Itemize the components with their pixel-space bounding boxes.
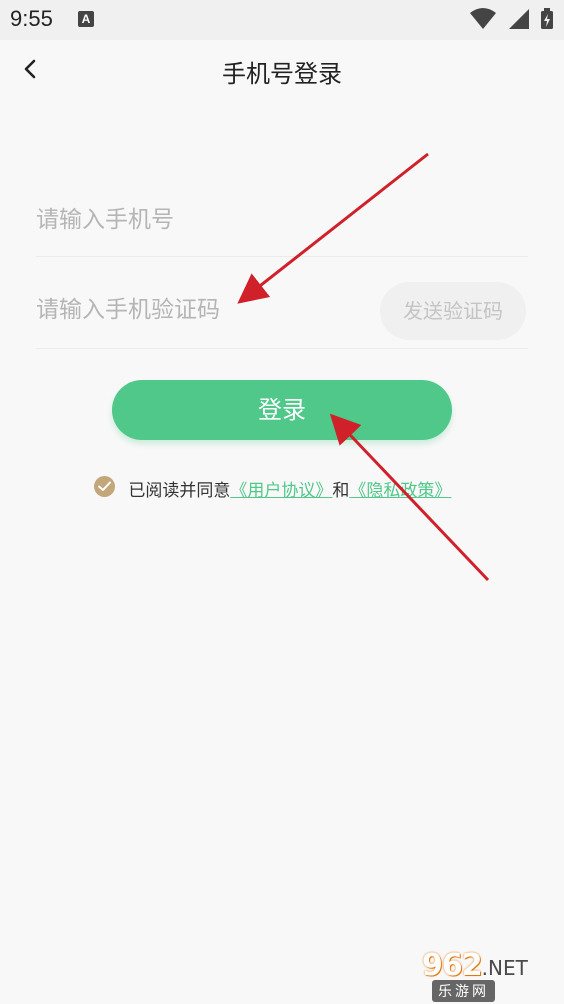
annotation-arrows [237,152,490,582]
status-time: 9:55 [10,6,53,31]
status-icons [464,8,554,30]
page-title: 手机号登录 [222,60,342,88]
code-field: 发送验证码 [36,272,528,349]
user-agreement-link[interactable]: 《用户协议》 [230,481,332,501]
wifi-icon [469,8,496,29]
phone-input[interactable] [36,200,516,240]
login-button[interactable]: 登录 [112,380,452,440]
notification-icon: A [78,11,94,27]
signal-icon [508,9,529,29]
phone-field [36,180,528,257]
battery-icon [541,8,553,29]
status-bar: 9:55 A [0,0,564,40]
watermark-number: 962 [422,948,483,983]
agreement-checkbox[interactable] [94,476,115,497]
agreement-conjunction: 和 [332,481,350,501]
privacy-policy-link[interactable]: 《隐私政策》 [349,481,451,501]
watermark-net: .NET [481,956,528,980]
nav-bar: 手机号登录 [0,40,564,100]
watermark-site: 乐游网 [432,980,495,1002]
send-code-button[interactable]: 发送验证码 [380,282,526,340]
verification-code-input[interactable] [36,290,366,330]
check-icon [98,481,111,491]
watermark-logo: 962.NET 乐游网 [422,948,558,1002]
agreement-prefix: 已阅读并同意 [128,481,231,501]
agreement-row: 已阅读并同意《用户协议》和《隐私政策》 [94,476,451,501]
